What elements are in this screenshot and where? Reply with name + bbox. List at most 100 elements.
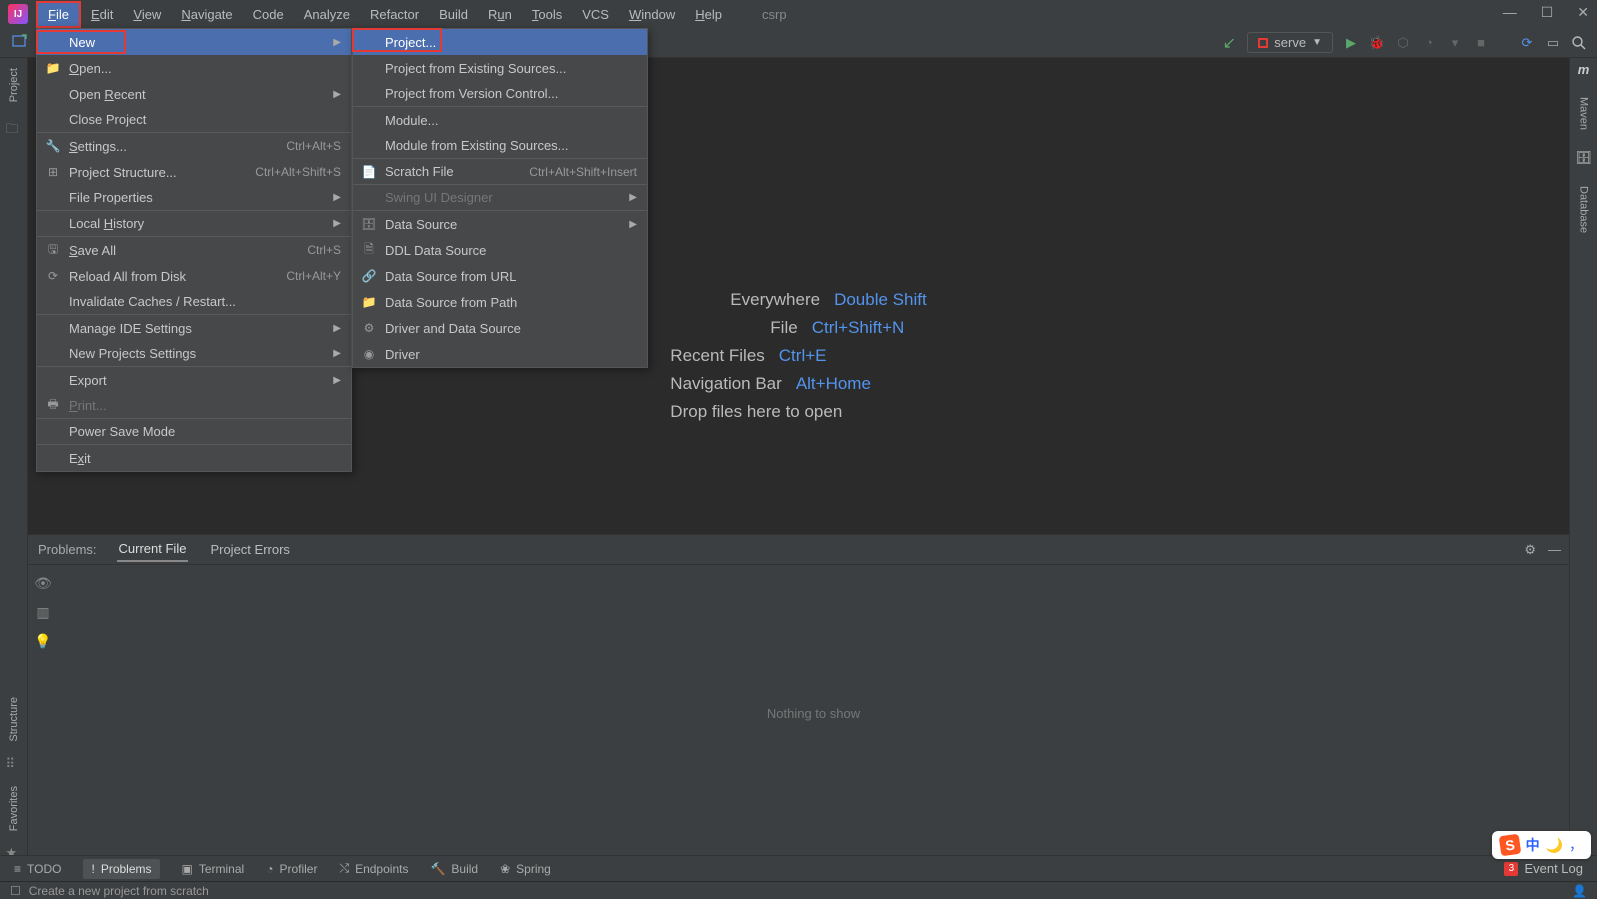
file-menu-item-11[interactable]: Manage IDE Settings▶: [37, 315, 351, 341]
new-submenu-item-2[interactable]: Project from Version Control...: [353, 81, 647, 107]
run-configuration[interactable]: serve ▼: [1247, 32, 1333, 53]
menu-build[interactable]: Build: [429, 3, 478, 26]
menu-item-label: Save All: [69, 243, 299, 258]
project-tool-tab[interactable]: Project: [6, 62, 22, 108]
tab-project-errors[interactable]: Project Errors: [208, 538, 291, 561]
event-log-tab[interactable]: Event Log: [1524, 861, 1583, 876]
file-menu-item-8[interactable]: 🖫Save AllCtrl+S: [37, 237, 351, 263]
file-menu-item-3[interactable]: Close Project: [37, 107, 351, 133]
menu-tools[interactable]: Tools: [522, 3, 572, 26]
minimize-panel-icon[interactable]: —: [1548, 542, 1561, 558]
submenu-item-label: Data Source from Path: [385, 295, 637, 310]
bottom-tab-terminal[interactable]: ▣Terminal: [182, 862, 245, 876]
bottom-tab-profiler[interactable]: ◔Profiler: [266, 862, 317, 876]
menu-view[interactable]: View: [123, 3, 171, 26]
ime-badge[interactable]: S 中 🌙 ，: [1492, 831, 1591, 859]
shortcut-text: Ctrl+S: [307, 243, 341, 257]
file-menu-item-7[interactable]: Local History▶: [37, 211, 351, 237]
build-arrow-icon[interactable]: ↙: [1221, 35, 1237, 51]
struct-icon: ⊞: [45, 164, 61, 180]
config-icon: [1258, 38, 1268, 48]
menu-vcs[interactable]: VCS: [572, 3, 619, 26]
file-menu-item-9[interactable]: ⟳Reload All from DiskCtrl+Alt+Y: [37, 263, 351, 289]
gear-icon[interactable]: ⚙: [1524, 542, 1536, 558]
blank-icon: [45, 112, 61, 128]
menu-analyze[interactable]: Analyze: [294, 3, 360, 26]
file-menu-item-6[interactable]: File Properties▶: [37, 185, 351, 211]
status-right-icon[interactable]: 👤: [1572, 884, 1587, 898]
file-menu-item-12[interactable]: New Projects Settings▶: [37, 341, 351, 367]
update-icon[interactable]: ⟳: [1519, 35, 1535, 51]
search-icon[interactable]: [1571, 35, 1587, 51]
maximize-icon[interactable]: ☐: [1541, 4, 1554, 21]
menu-item-label: New Projects Settings: [69, 346, 325, 361]
file-menu-item-0[interactable]: New▶: [37, 29, 351, 55]
database-icon: 🗄: [1575, 150, 1592, 166]
coverage-icon[interactable]: ⬡: [1395, 35, 1411, 51]
tab-current-file[interactable]: Current File: [117, 537, 189, 562]
new-submenu-item-0[interactable]: Project...: [353, 29, 647, 55]
new-submenu-item-4[interactable]: Module from Existing Sources...: [353, 133, 647, 159]
welcome-row-2: Recent FilesCtrl+E: [670, 346, 926, 366]
blank-icon: [45, 346, 61, 362]
new-submenu-item-7[interactable]: 🗄Data Source▶: [353, 211, 647, 237]
file-menu-item-15[interactable]: Power Save Mode: [37, 419, 351, 445]
layout-icon[interactable]: ▥: [36, 604, 49, 621]
run-icon[interactable]: ▶: [1343, 35, 1359, 51]
bottom-tab-build[interactable]: 🔨Build: [430, 862, 478, 876]
maven-tool-tab[interactable]: Maven: [1576, 91, 1592, 136]
bottom-tab-problems[interactable]: !Problems: [83, 859, 159, 879]
file-menu-item-13[interactable]: Export▶: [37, 367, 351, 393]
new-submenu-item-12[interactable]: ◉Driver: [353, 341, 647, 367]
profile-icon[interactable]: ◔: [1421, 35, 1437, 51]
new-submenu-item-1[interactable]: Project from Existing Sources...: [353, 55, 647, 81]
menu-window[interactable]: Window: [619, 3, 685, 26]
structure-icon: ⠿: [6, 756, 22, 772]
bottom-tab-spring[interactable]: ❀Spring: [500, 862, 551, 876]
wrench-icon: 🔧: [45, 138, 61, 154]
file-menu-item-1[interactable]: 📁Open...: [37, 55, 351, 81]
new-submenu-item-10[interactable]: 📁Data Source from Path: [353, 289, 647, 315]
menu-help[interactable]: Help: [685, 3, 732, 26]
menu-edit[interactable]: Edit: [81, 3, 123, 26]
new-submenu-item-9[interactable]: 🔗Data Source from URL: [353, 263, 647, 289]
new-submenu-item-3[interactable]: Module...: [353, 107, 647, 133]
submenu-item-label: Module...: [385, 113, 637, 128]
menu-refactor[interactable]: Refactor: [360, 3, 429, 26]
attach-icon[interactable]: ▾: [1447, 35, 1463, 51]
menu-item-label: Invalidate Caches / Restart...: [69, 294, 341, 309]
new-submenu-item-11[interactable]: ⚙Driver and Data Source: [353, 315, 647, 341]
menu-navigate[interactable]: Navigate: [171, 3, 242, 26]
bottom-tab-todo[interactable]: ≡TODO: [14, 862, 61, 876]
menu-item-label: Project Structure...: [69, 165, 247, 180]
menu-code[interactable]: Code: [243, 3, 294, 26]
new-submenu-item-5[interactable]: 📄Scratch FileCtrl+Alt+Shift+Insert: [353, 159, 647, 185]
menu-file[interactable]: File: [36, 1, 81, 28]
status-icon[interactable]: ☐: [10, 884, 21, 898]
database-tool-tab[interactable]: Database: [1576, 180, 1592, 239]
stop-icon[interactable]: ■: [1473, 35, 1489, 51]
file-menu-item-5[interactable]: ⊞Project Structure...Ctrl+Alt+Shift+S: [37, 159, 351, 185]
welcome-shortcut: Alt+Home: [796, 374, 871, 394]
new-submenu-item-8[interactable]: 🗎DDL Data Source: [353, 237, 647, 263]
folder-icon[interactable]: 🗀: [6, 120, 22, 136]
eye-icon[interactable]: 👁: [34, 575, 52, 592]
bulb-icon[interactable]: 💡: [34, 633, 51, 650]
window-icon[interactable]: ▭: [1545, 35, 1561, 51]
file-menu-item-4[interactable]: 🔧Settings...Ctrl+Alt+S: [37, 133, 351, 159]
blank-icon: [45, 216, 61, 232]
debug-icon[interactable]: 🐞: [1369, 35, 1385, 51]
menu-item-label: Local History: [69, 216, 325, 231]
menu-run[interactable]: Run: [478, 3, 522, 26]
file-menu-item-2[interactable]: Open Recent▶: [37, 81, 351, 107]
structure-tool-tab[interactable]: Structure: [6, 691, 22, 748]
bottom-tab-label: Terminal: [199, 862, 244, 876]
file-menu-item-16[interactable]: Exit: [37, 445, 351, 471]
bottom-tab-endpoints[interactable]: ⤭Endpoints: [339, 861, 408, 876]
minimize-icon[interactable]: —: [1503, 4, 1517, 21]
new-file-icon[interactable]: [12, 34, 30, 52]
file-menu-item-10[interactable]: Invalidate Caches / Restart...: [37, 289, 351, 315]
close-icon[interactable]: ✕: [1577, 4, 1589, 21]
favorites-tool-tab[interactable]: Favorites: [6, 780, 22, 837]
welcome-row-4: Drop files here to open: [670, 402, 926, 422]
